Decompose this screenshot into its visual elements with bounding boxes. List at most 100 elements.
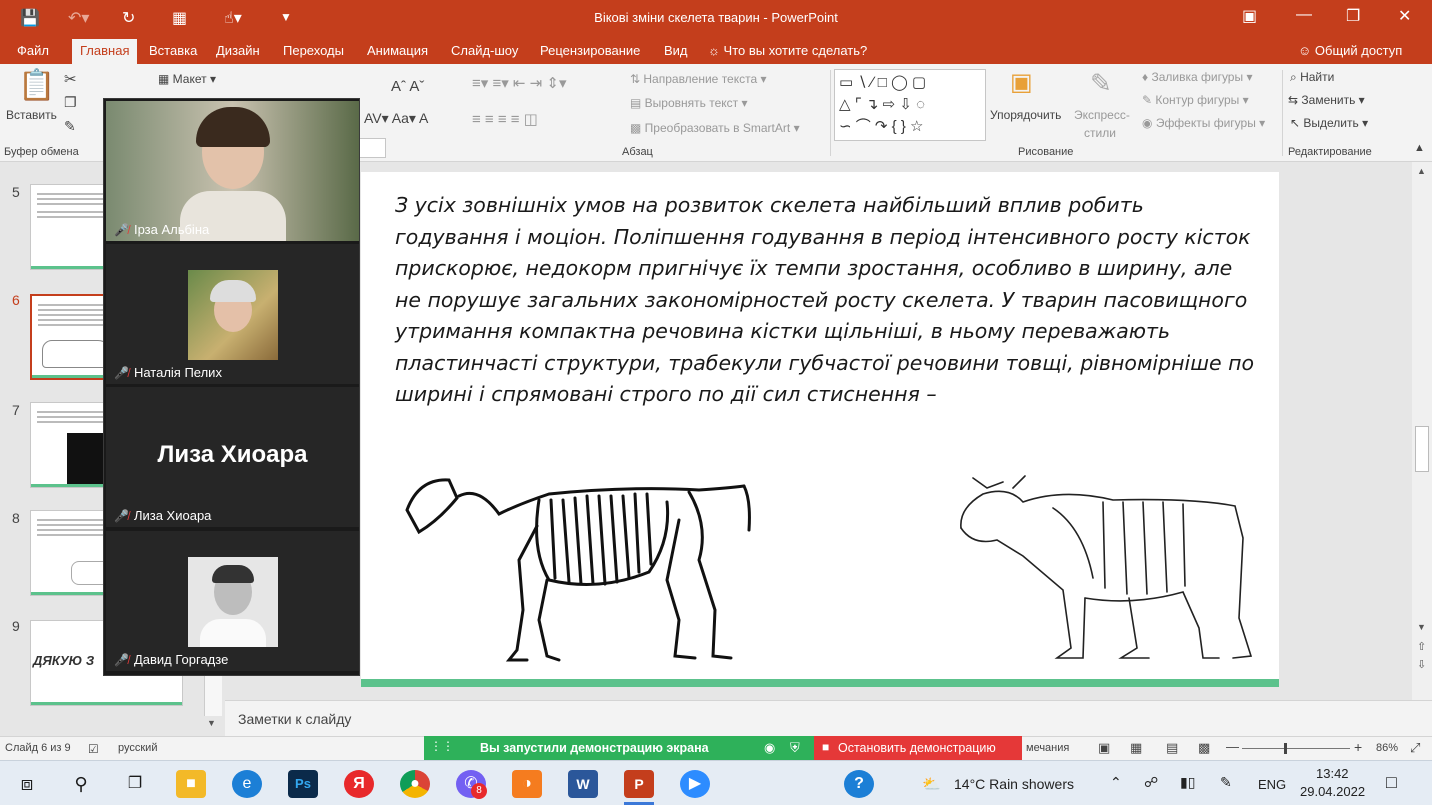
tab-animations[interactable]: Анимация [367, 43, 428, 58]
ribbon-display-icon[interactable]: ▣ [1242, 6, 1257, 26]
quick-styles-icon[interactable]: ✎ [1090, 68, 1112, 99]
tab-view[interactable]: Вид [664, 43, 688, 58]
thumb-number: 5 [12, 184, 20, 200]
fit-to-window-icon[interactable]: ⤢ [1410, 740, 1420, 756]
cut-icon[interactable]: ✂ [64, 70, 77, 88]
tab-home[interactable]: Главная [72, 39, 138, 64]
paste-icon[interactable]: 📋 [18, 68, 55, 103]
slideshow-view-icon[interactable]: ▩ [1198, 740, 1210, 756]
drag-handle-icon[interactable]: ⋮⋮ [430, 739, 454, 753]
yandex-browser-icon[interactable]: Я [344, 770, 374, 798]
tab-transitions[interactable]: Переходы [283, 43, 344, 58]
layout-button[interactable]: ▦ Макет ▾ [158, 72, 216, 86]
find-button[interactable]: ⌕ Найти [1290, 70, 1334, 85]
text-direction-button[interactable]: ⇅ Направление текста ▾ [630, 72, 767, 86]
muted-mic-icon: 🎤̸ [114, 509, 129, 523]
scroll-down-icon[interactable]: ▼ [1417, 622, 1426, 632]
normal-view-icon[interactable]: ▣ [1098, 740, 1110, 756]
tab-review[interactable]: Рецензирование [540, 43, 640, 58]
clock-time[interactable]: 13:42 [1316, 766, 1349, 781]
search-icon[interactable]: ⚲ [66, 770, 96, 798]
font-color-icon[interactable]: AV▾ Aa▾ A [364, 110, 428, 127]
shape-outline-button[interactable]: ✎ Контур фигуры ▾ [1142, 93, 1249, 107]
participant-name: 🎤̸ Наталія Пелих [114, 365, 222, 380]
align-text-button[interactable]: ▤ Выровнять текст ▾ [630, 96, 748, 110]
slide-sorter-icon[interactable]: ▦ [1130, 740, 1142, 756]
input-language[interactable]: ENG [1258, 777, 1286, 792]
window-title: Вікові зміни скелета тварин - PowerPoint [594, 10, 838, 25]
zoom-slider[interactable] [1242, 748, 1350, 749]
zoom-icon[interactable]: ▶ [680, 770, 710, 798]
current-slide[interactable]: З усіх зовнішніх умов на розвиток скелет… [361, 172, 1279, 687]
spellcheck-icon[interactable]: ☑ [88, 742, 99, 756]
select-button[interactable]: ↖ Выделить ▾ [1290, 116, 1368, 130]
arrange-icon[interactable]: ▣ [1010, 68, 1033, 97]
thumb-number: 9 [12, 618, 20, 634]
task-view-icon[interactable]: ❐ [120, 770, 150, 798]
show-hidden-icons[interactable]: ⌃ [1110, 774, 1122, 791]
word-icon[interactable]: W [568, 770, 598, 798]
align-icons[interactable]: ≡ ≡ ≡ ≡ ◫ [472, 110, 538, 128]
windows-start-icon[interactable]: ⧈ [12, 770, 42, 798]
zoom-out-icon[interactable]: — [1226, 739, 1239, 754]
shield-icon: ⛨ [790, 740, 800, 755]
notifications-icon[interactable]: □ [1386, 772, 1397, 793]
shapes-gallery[interactable]: ▭ ∖ ∕ □ ◯ ▢ △ ⌜ ↴ ⇨ ⇩ ◌ ∽ ⌒ ↷ { } ☆ [834, 69, 986, 141]
zoom-in-icon[interactable]: + [1354, 739, 1362, 755]
collapse-ribbon-icon[interactable]: ▲ [1414, 142, 1425, 154]
help-icon[interactable]: ? [844, 770, 874, 798]
clock-date[interactable]: 29.04.2022 [1300, 784, 1365, 799]
meet-now-icon[interactable]: ☍ [1144, 774, 1158, 791]
battery-icon[interactable]: ▮▯ [1180, 774, 1195, 791]
tab-file[interactable]: Файл [17, 43, 49, 58]
paste-button[interactable]: Вставить [6, 108, 57, 122]
edge-icon[interactable]: e [232, 770, 262, 798]
stop-share-button[interactable]: ■ Остановить демонстрацию [814, 736, 1022, 760]
file-explorer-icon[interactable]: ■ [176, 770, 206, 798]
scroll-up-icon[interactable]: ▲ [1417, 166, 1426, 176]
share-button[interactable]: ☺ Общий доступ [1298, 43, 1402, 58]
next-slide-icon[interactable]: ⇩ [1417, 658, 1426, 671]
shape-fill-button[interactable]: ♦ Заливка фигуры ▾ [1142, 70, 1252, 84]
reading-view-icon[interactable]: ▤ [1166, 740, 1178, 756]
grow-font-icon[interactable]: Aˆ Aˇ [391, 78, 424, 95]
format-painter-icon[interactable]: ✎ [64, 118, 76, 135]
pen-icon[interactable]: ✎ [1220, 774, 1232, 791]
notes-pane[interactable]: Заметки к слайду [225, 700, 1432, 736]
restore-icon[interactable]: ❐ [1346, 6, 1360, 26]
arrange-button[interactable]: Упорядочить [990, 108, 1061, 122]
copy-icon[interactable]: ❐ [64, 94, 77, 111]
zoom-slider-thumb[interactable] [1284, 743, 1287, 754]
tab-insert[interactable]: Вставка [149, 43, 197, 58]
quick-styles-button[interactable]: Экспресс- [1074, 108, 1130, 122]
powerpoint-icon[interactable]: P [624, 770, 654, 798]
participant-tile[interactable]: 🎤̸ Давид Горгадзе [106, 531, 359, 671]
tab-slideshow[interactable]: Слайд-шоу [451, 43, 518, 58]
scroll-thumb[interactable] [1415, 426, 1429, 472]
smartart-button[interactable]: ▩ Преобразовать в SmartArt ▾ [630, 121, 800, 135]
scroll-down-icon[interactable]: ▼ [207, 718, 216, 728]
language-indicator[interactable]: русский [118, 742, 157, 754]
chrome-icon[interactable]: ● [400, 770, 430, 798]
close-icon[interactable]: ✕ [1398, 6, 1411, 26]
slide-body-text[interactable]: З усіх зовнішніх умов на розвиток скелет… [395, 190, 1255, 411]
tell-me-box[interactable]: ☼ Что вы хотите сделать? [708, 43, 867, 58]
participant-tile[interactable]: Лиза Хиоара 🎤̸ Лиза Хиоара [106, 387, 359, 527]
participant-name: 🎤̸ Ірза Альбіна [114, 222, 210, 237]
bullets-icon[interactable]: ≡▾ ≡▾ ⇤ ⇥ ⇕▾ [472, 74, 566, 92]
tab-design[interactable]: Дизайн [216, 43, 260, 58]
slide-scrollbar[interactable]: ▲ ▼ ⇧ ⇩ [1412, 162, 1432, 700]
paragraph-group-label: Абзац [622, 146, 653, 158]
thumb-number: 8 [12, 510, 20, 526]
weather-text[interactable]: 14°C Rain showers [954, 776, 1074, 792]
notes-button[interactable]: мечания [1026, 742, 1069, 754]
replace-button[interactable]: ⇆ Заменить ▾ [1288, 93, 1365, 107]
minimize-icon[interactable]: — [1296, 6, 1312, 24]
zoom-level[interactable]: 86% [1376, 742, 1398, 754]
shape-effects-button[interactable]: ◉ Эффекты фигуры ▾ [1142, 116, 1265, 130]
photoshop-icon[interactable]: Ps [288, 770, 318, 798]
participant-tile[interactable]: 🎤̸ Ірза Альбіна [106, 101, 359, 241]
previous-slide-icon[interactable]: ⇧ [1417, 640, 1426, 653]
app-icon[interactable]: ◑ [512, 770, 542, 798]
participant-tile[interactable]: 🎤̸ Наталія Пелих [106, 244, 359, 384]
